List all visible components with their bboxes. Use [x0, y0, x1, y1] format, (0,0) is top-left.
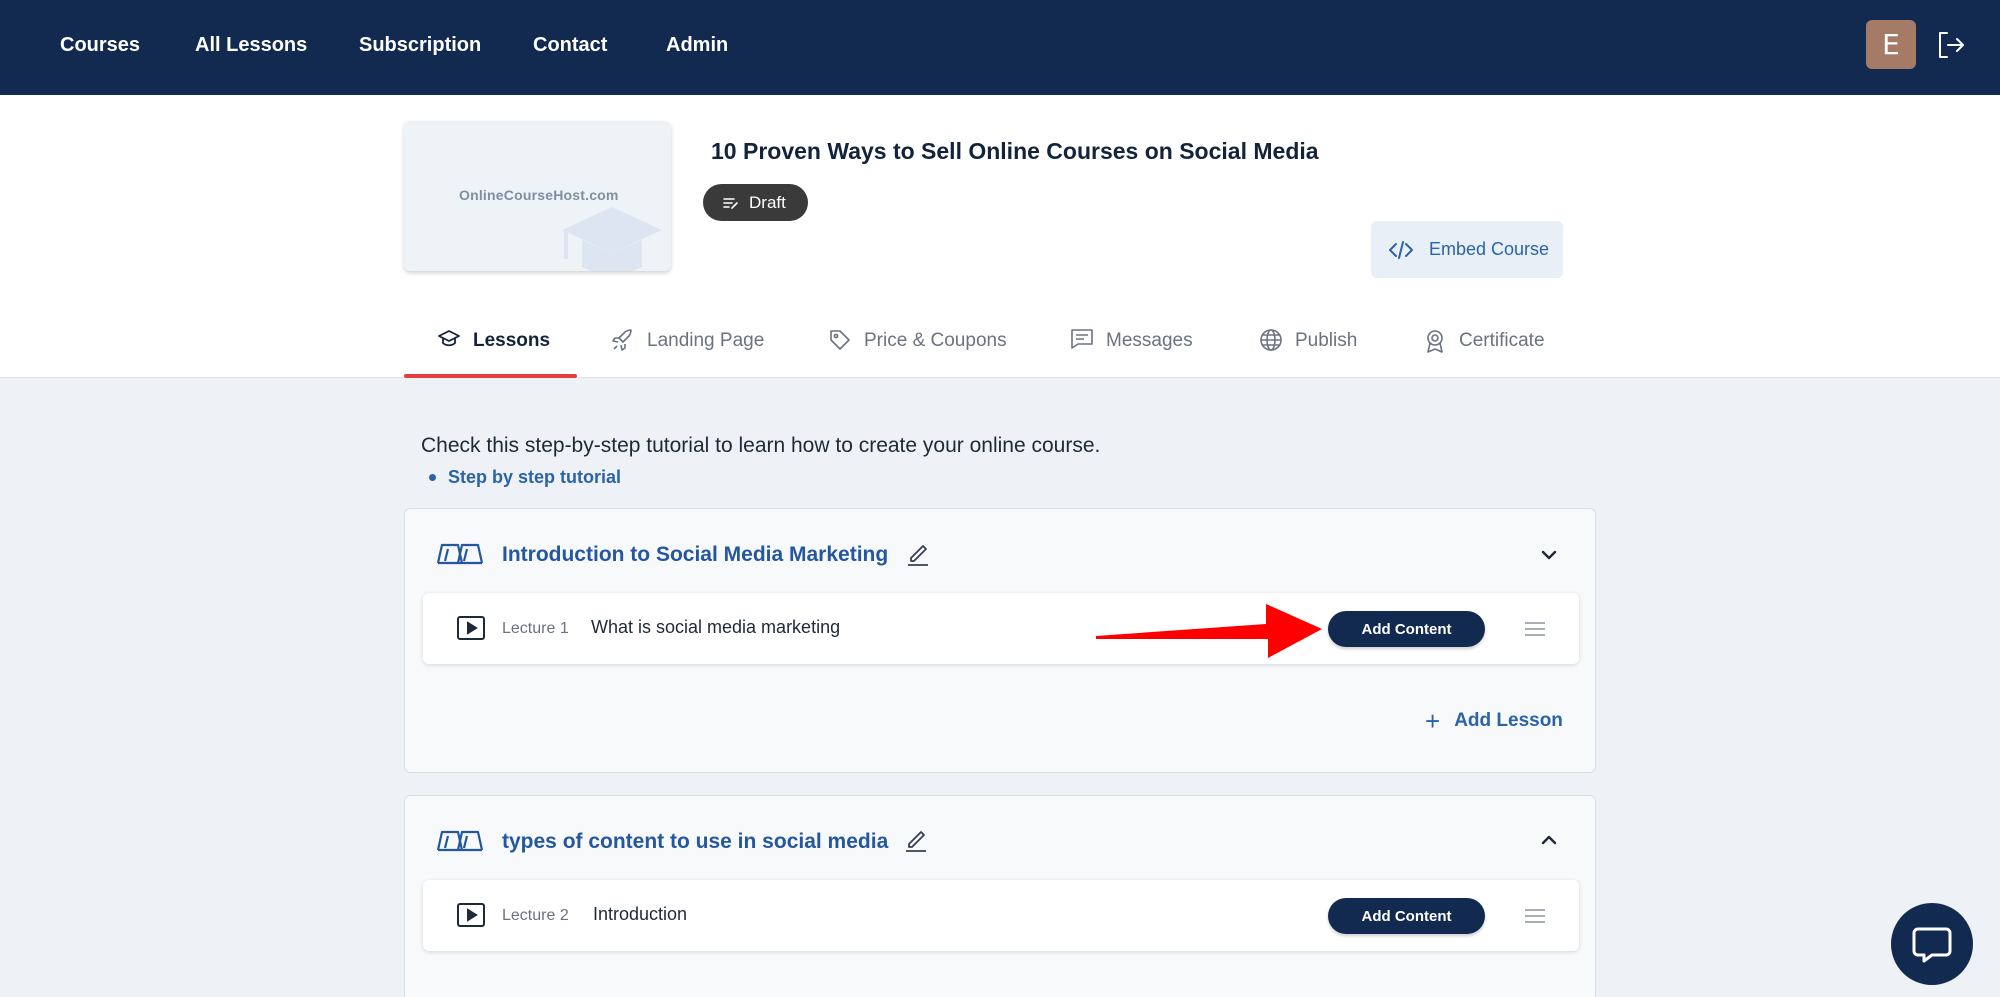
video-icon — [457, 903, 485, 927]
tab-lessons-label: Lessons — [473, 330, 551, 351]
nav-contact[interactable]: Contact — [533, 34, 607, 57]
chapter-title: Introduction to Social Media Marketing — [502, 543, 889, 566]
lesson-row[interactable]: Lecture 1 What is social media marketing… — [423, 593, 1579, 664]
book-icon — [437, 543, 483, 565]
rocket-icon — [612, 329, 632, 351]
lesson-title[interactable]: What is social media marketing — [591, 617, 840, 638]
chapter-card: types of content to use in social media … — [404, 795, 1596, 997]
tutorial-link[interactable]: Step by step tutorial — [448, 467, 621, 488]
tab-publish-label: Publish — [1295, 330, 1358, 351]
tab-landing-page-label: Landing Page — [647, 330, 765, 351]
lesson-title[interactable]: Introduction — [593, 904, 687, 925]
add-content-button[interactable]: Add Content — [1328, 611, 1485, 647]
top-navbar: Courses All Lessons Subscription Contact… — [0, 0, 2000, 95]
embed-course-label: Embed Course — [1429, 239, 1550, 259]
lesson-row[interactable]: Lecture 2 Introduction Add Content — [423, 880, 1579, 951]
message-icon — [1071, 329, 1093, 349]
chapter-title: types of content to use in social media — [502, 830, 889, 853]
tab-publish[interactable]: Publish — [1259, 329, 1358, 378]
globe-icon — [1260, 329, 1282, 351]
tab-messages-label: Messages — [1106, 330, 1193, 351]
nav-subscription[interactable]: Subscription — [359, 34, 481, 57]
chat-support-button[interactable] — [1891, 903, 1973, 985]
nav-all-lessons[interactable]: All Lessons — [195, 34, 307, 57]
pencil-icon[interactable] — [904, 827, 928, 853]
tutorial-text: Check this step-by-step tutorial to lear… — [421, 434, 1101, 457]
lecture-number: Lecture 1 — [502, 620, 569, 637]
add-lesson-label: Add Lesson — [1454, 710, 1563, 731]
embed-course-button[interactable]: Embed Course — [1371, 221, 1563, 278]
chevron-down-icon[interactable] — [1539, 548, 1559, 562]
tab-price-coupons-label: Price & Coupons — [864, 330, 1007, 351]
draft-icon — [723, 197, 738, 209]
tab-landing-page[interactable]: Landing Page — [611, 329, 765, 378]
status-label: Draft — [749, 192, 786, 212]
status-badge[interactable]: Draft — [703, 184, 808, 221]
drag-handle-icon[interactable] — [1524, 621, 1546, 637]
tab-messages[interactable]: Messages — [1070, 329, 1193, 378]
tab-lessons[interactable]: Lessons — [437, 330, 550, 378]
nav-admin[interactable]: Admin — [666, 34, 728, 57]
avatar[interactable]: E — [1866, 20, 1916, 69]
chat-icon — [1912, 927, 1952, 963]
graduation-cap-icon — [562, 207, 662, 271]
plus-icon: + — [1425, 706, 1441, 736]
drag-handle-icon[interactable] — [1524, 908, 1546, 924]
active-tab-indicator — [404, 374, 577, 378]
graduation-cap-icon — [438, 330, 460, 347]
code-icon — [1389, 240, 1413, 259]
course-title: 10 Proven Ways to Sell Online Courses on… — [711, 138, 1319, 164]
course-thumbnail[interactable]: OnlineCourseHost.com — [404, 121, 671, 271]
add-content-button[interactable]: Add Content — [1328, 898, 1485, 934]
pencil-icon[interactable] — [906, 541, 930, 567]
tab-certificate-label: Certificate — [1459, 330, 1545, 351]
logout-icon[interactable] — [1936, 30, 1964, 60]
chapter-card: Introduction to Social Media Marketing L… — [404, 508, 1596, 773]
annotation-arrow — [1096, 604, 1322, 658]
bullet — [429, 474, 436, 481]
book-icon — [437, 830, 483, 852]
tag-icon — [830, 330, 850, 350]
video-icon — [457, 616, 485, 640]
chevron-up-icon[interactable] — [1539, 833, 1559, 847]
add-lesson-button[interactable]: + Add Lesson — [1425, 706, 1563, 736]
nav-courses[interactable]: Courses — [60, 34, 140, 57]
tab-price-coupons[interactable]: Price & Coupons — [828, 330, 1007, 378]
award-icon — [1427, 330, 1443, 353]
lecture-number: Lecture 2 — [502, 907, 569, 924]
tab-certificate[interactable]: Certificate — [1423, 330, 1545, 378]
